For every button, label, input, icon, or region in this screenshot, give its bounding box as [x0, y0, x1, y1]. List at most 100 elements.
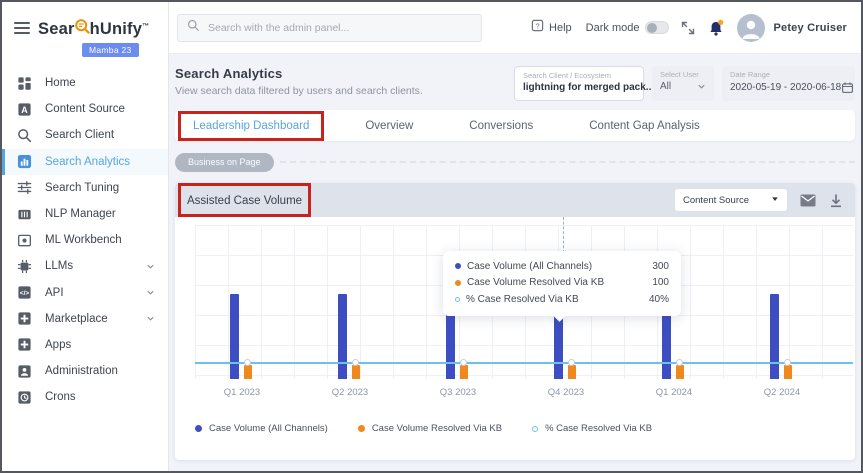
sidebar-item-content-source[interactable]: A Content Source: [2, 96, 168, 122]
date-range-filter-label: Date Range: [730, 70, 847, 79]
sidebar-item-home[interactable]: Home: [2, 70, 168, 96]
legend-label: Case Volume (All Channels): [209, 423, 328, 434]
tooltip-series-value: 40%: [649, 294, 669, 305]
nlp-manager-icon: [16, 206, 33, 223]
percent-resolved-point[interactable]: [568, 359, 575, 366]
content-source-dropdown[interactable]: Content Source: [675, 189, 787, 211]
percent-resolved-point[interactable]: [460, 359, 467, 366]
sidebar: Sear hUnify™ Mamba 23 Home A Content Source…: [2, 2, 169, 471]
sidebar-item-crons[interactable]: Crons: [2, 384, 168, 410]
percent-resolved-point[interactable]: [352, 359, 359, 366]
user-avatar[interactable]: [737, 14, 765, 42]
magnifier-logo-icon: [75, 18, 90, 40]
chevron-down-icon: [146, 262, 155, 271]
content-area: Search Analytics View search data filter…: [169, 54, 861, 471]
notifications-bell-icon[interactable]: [708, 19, 725, 37]
calendar-icon: [841, 81, 854, 94]
sidebar-item-label: Home: [45, 77, 76, 89]
sidebar-item-nlp-manager[interactable]: NLP Manager: [2, 201, 168, 227]
sidebar-item-search-client[interactable]: Search Client: [2, 122, 168, 148]
brand-logo: Sear hUnify™: [38, 18, 149, 40]
search-client-filter[interactable]: Search Client / Ecosystem lightning for …: [514, 66, 644, 101]
legend-item-case-volume-resolved-via-kb[interactable]: Case Volume Resolved Via KB: [358, 423, 502, 434]
resolved-via-kb-bar[interactable]: [784, 365, 792, 379]
version-badge: Mamba 23: [82, 43, 139, 57]
select-user-filter[interactable]: Select User All: [652, 66, 714, 101]
legend-item-case-resolved-via-kb[interactable]: % Case Resolved Via KB: [532, 423, 652, 434]
percent-resolved-line: [195, 362, 853, 364]
search-tuning-icon: [16, 179, 33, 196]
admin-search-input[interactable]: [208, 22, 472, 34]
sidebar-item-llms[interactable]: LLMs: [2, 253, 168, 279]
chart-plot-area: Q1 2023Q2 2023Q3 2023Q4 2023Q1 2024Q2 20…: [175, 217, 855, 413]
hamburger-menu-icon[interactable]: [14, 22, 30, 37]
help-icon: ?: [531, 19, 544, 37]
brand-logo-text-pre: Sear: [38, 20, 75, 39]
case-volume-bar[interactable]: [770, 294, 779, 379]
section-dropzone: Business on Page: [175, 152, 855, 172]
resolved-via-kb-bar[interactable]: [568, 365, 576, 379]
x-axis-label: Q2 2024: [764, 387, 800, 398]
crons-icon: [16, 389, 33, 406]
sidebar-item-ml-workbench[interactable]: ML Workbench: [2, 227, 168, 253]
svg-text:?: ?: [535, 21, 539, 30]
apps-icon: [16, 336, 33, 353]
help-label: Help: [549, 22, 572, 34]
app-window: Sear hUnify™ Mamba 23 Home A Content Source…: [0, 0, 863, 473]
sidebar-item-apps[interactable]: Apps: [2, 332, 168, 358]
main-area: ? Help Dark mode Petey Cruiser: [169, 2, 861, 471]
date-range-filter-value: 2020-05-19 - 2020-06-18: [730, 82, 841, 93]
bar-group-q2-2024: [770, 217, 794, 379]
brand-trademark: ™: [142, 23, 149, 30]
sidebar-item-administration[interactable]: Administration: [2, 358, 168, 384]
tab-overview[interactable]: Overview: [365, 120, 413, 132]
x-axis-label: Q2 2023: [332, 387, 368, 398]
tooltip-series-label: Case Volume Resolved Via KB: [467, 277, 604, 288]
topbar: ? Help Dark mode Petey Cruiser: [169, 2, 861, 54]
percent-resolved-point[interactable]: [676, 359, 683, 366]
sidebar-item-search-tuning[interactable]: Search Tuning: [2, 175, 168, 201]
tooltip-row: Case Volume (All Channels)300: [455, 258, 669, 275]
series-marker-icon: [532, 426, 538, 432]
chevron-down-icon: [146, 314, 155, 323]
legend-item-case-volume-all-channels[interactable]: Case Volume (All Channels): [195, 423, 328, 434]
sidebar-item-label: Apps: [45, 339, 71, 351]
tab-content-gap-analysis[interactable]: Content Gap Analysis: [589, 120, 700, 132]
tab-label: Overview: [365, 120, 413, 132]
x-axis-label: Q1 2024: [656, 387, 692, 398]
series-marker-icon: [455, 280, 461, 286]
sidebar-item-label: API: [45, 287, 64, 299]
series-marker-icon: [455, 297, 460, 302]
resolved-via-kb-bar[interactable]: [244, 365, 252, 379]
sidebar-item-search-analytics[interactable]: Search Analytics: [2, 149, 168, 175]
dark-mode-toggle[interactable]: [645, 21, 669, 34]
content-source-icon: A: [16, 101, 33, 118]
tab-leadership-dashboard[interactable]: Leadership Dashboard: [193, 120, 309, 132]
resolved-via-kb-bar[interactable]: [352, 365, 360, 379]
series-marker-icon: [358, 425, 365, 432]
x-axis-label: Q4 2023: [548, 387, 584, 398]
date-range-filter[interactable]: Date Range 2020-05-19 - 2020-06-18: [722, 66, 855, 101]
percent-resolved-point[interactable]: [244, 359, 251, 366]
sidebar-item-label: ML Workbench: [45, 234, 122, 246]
admin-search[interactable]: [177, 14, 482, 42]
sidebar-item-api[interactable]: </>API: [2, 280, 168, 306]
sidebar-item-marketplace[interactable]: Marketplace: [2, 306, 168, 332]
business-on-page-badge[interactable]: Business on Page: [175, 153, 274, 172]
brand-logo-text-post: hUnify: [90, 20, 143, 39]
sidebar-item-label: Administration: [45, 365, 118, 377]
sidebar-item-label: Content Source: [45, 103, 125, 115]
fullscreen-icon[interactable]: [681, 21, 695, 35]
resolved-via-kb-bar[interactable]: [676, 365, 684, 379]
sidebar-item-label: Search Client: [45, 129, 114, 141]
resolved-via-kb-bar[interactable]: [460, 365, 468, 379]
case-volume-bar[interactable]: [338, 294, 347, 379]
percent-resolved-point[interactable]: [784, 359, 791, 366]
download-icon[interactable]: [829, 193, 843, 208]
email-report-icon[interactable]: [800, 194, 816, 207]
bar-group-q1-2023: [230, 217, 254, 379]
chart-title: Assisted Case Volume: [187, 195, 302, 207]
case-volume-bar[interactable]: [230, 294, 239, 379]
tab-conversions[interactable]: Conversions: [469, 120, 533, 132]
help-button[interactable]: ? Help: [531, 19, 572, 37]
